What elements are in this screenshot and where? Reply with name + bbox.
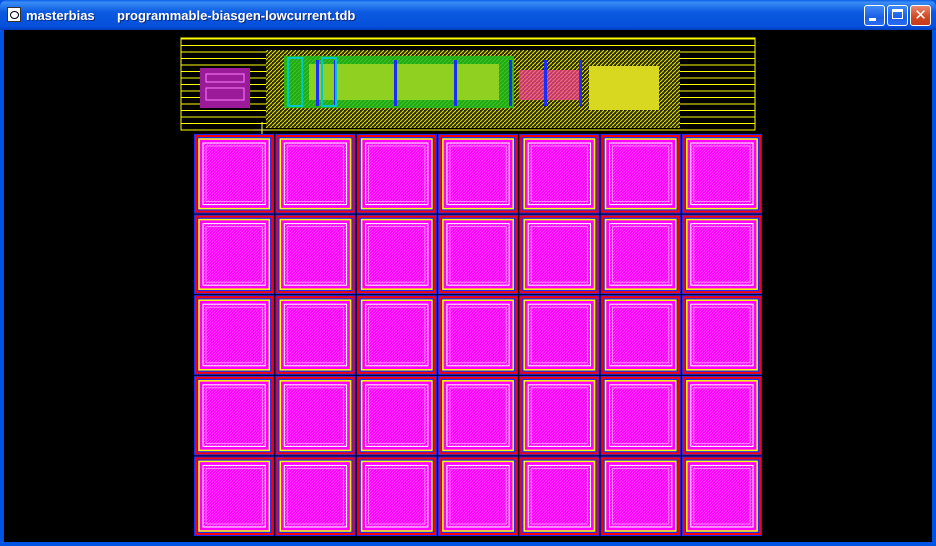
cell-inner-plate [202, 464, 266, 528]
capacitor-cell[interactable] [437, 295, 519, 375]
cell-inner-plate [527, 142, 592, 206]
capacitor-cell[interactable] [437, 214, 519, 295]
capacitor-cell[interactable] [519, 375, 600, 456]
metal-bar [509, 60, 512, 106]
cell-inner-plate [283, 384, 348, 447]
metal-bar [454, 60, 457, 106]
cell-inner-plate [202, 384, 266, 447]
capacitor-cell[interactable] [275, 134, 356, 214]
cell-inner-plate [690, 223, 754, 286]
capacitor-cell[interactable] [194, 134, 275, 214]
metal-bar [579, 60, 582, 106]
capacitor-cell[interactable] [437, 375, 519, 456]
capacitor-cell[interactable] [275, 375, 356, 456]
switch-block [519, 70, 579, 100]
cell-inner-plate [609, 384, 673, 447]
capacitor-cell[interactable] [519, 214, 600, 295]
capacitor-cell[interactable] [275, 295, 356, 375]
capacitor-cell[interactable] [681, 295, 763, 375]
capacitor-cell[interactable] [600, 375, 681, 456]
cell-inner-plate [446, 464, 510, 528]
window-app-name: masterbias [26, 8, 95, 23]
cell-inner-plate [283, 303, 348, 367]
capacitor-cell[interactable] [681, 456, 763, 536]
maximize-button[interactable] [887, 5, 908, 26]
diffusion-region [309, 64, 499, 100]
capacitor-cell[interactable] [600, 134, 681, 214]
capacitor-cell[interactable] [600, 456, 681, 536]
metal-bar [544, 60, 547, 106]
cell-inner-plate [446, 223, 510, 286]
capacitor-cell[interactable] [356, 134, 437, 214]
cell-inner-plate [365, 303, 429, 367]
capacitor-cell[interactable] [519, 295, 600, 375]
cell-inner-plate [609, 464, 673, 528]
cell-inner-plate [690, 142, 754, 206]
layout-canvas[interactable] [4, 30, 932, 542]
biasgen-block[interactable] [180, 37, 756, 138]
close-icon: ✕ [914, 6, 927, 24]
capacitor-cell[interactable] [437, 134, 519, 214]
capacitor-cell[interactable] [194, 214, 275, 295]
cell-inner-plate [527, 464, 592, 528]
capacitor-cell[interactable] [519, 456, 600, 536]
capacitor-cell[interactable] [600, 295, 681, 375]
capacitor-cell[interactable] [356, 456, 437, 536]
capacitor-cell[interactable] [681, 375, 763, 456]
cell-inner-plate [365, 142, 429, 206]
cell-inner-plate [527, 223, 592, 286]
cell-inner-plate [609, 223, 673, 286]
cell-inner-plate [283, 142, 348, 206]
cell-inner-plate [365, 384, 429, 447]
capacitor-cell[interactable] [519, 134, 600, 214]
capacitor-array[interactable] [194, 134, 763, 536]
capacitor-cell[interactable] [356, 375, 437, 456]
capacitor-cell[interactable] [681, 214, 763, 295]
minimize-icon [869, 18, 876, 21]
capacitor-cell[interactable] [437, 456, 519, 536]
cell-inner-plate [527, 384, 592, 447]
capacitor-cell[interactable] [600, 214, 681, 295]
capacitor-cell[interactable] [194, 375, 275, 456]
capacitor-cell[interactable] [356, 295, 437, 375]
cell-inner-plate [365, 464, 429, 528]
capacitor-cell[interactable] [194, 456, 275, 536]
maximize-icon [892, 9, 903, 19]
close-button[interactable]: ✕ [910, 5, 931, 26]
cell-inner-plate [527, 303, 592, 367]
title-bar[interactable]: masterbias programmable-biasgen-lowcurre… [0, 0, 936, 30]
capacitor-cell[interactable] [275, 214, 356, 295]
cell-inner-plate [283, 223, 348, 286]
capacitor-cell[interactable] [681, 134, 763, 214]
window-file-name: programmable-biasgen-lowcurrent.tdb [117, 8, 356, 23]
output-stage [589, 66, 659, 110]
cell-inner-plate [609, 142, 673, 206]
cell-inner-plate [690, 303, 754, 367]
cell-inner-plate [446, 303, 510, 367]
cell-inner-plate [609, 303, 673, 367]
cell-inner-plate [446, 142, 510, 206]
cell-inner-plate [202, 142, 266, 206]
cell-inner-plate [202, 303, 266, 367]
minimize-button[interactable] [864, 5, 885, 26]
capacitor-cell[interactable] [356, 214, 437, 295]
cell-inner-plate [365, 223, 429, 286]
cell-inner-plate [283, 464, 348, 528]
cell-inner-plate [446, 384, 510, 447]
cell-inner-plate [690, 384, 754, 447]
cell-inner-plate [690, 464, 754, 528]
application-window: masterbias programmable-biasgen-lowcurre… [0, 0, 936, 546]
capacitor-cell[interactable] [194, 295, 275, 375]
metal-bar [316, 60, 319, 106]
app-icon[interactable] [7, 7, 21, 22]
metal-bar [394, 60, 397, 106]
layout-drawing[interactable] [4, 30, 932, 542]
capacitor-cell[interactable] [275, 456, 356, 536]
cell-inner-plate [202, 223, 266, 286]
